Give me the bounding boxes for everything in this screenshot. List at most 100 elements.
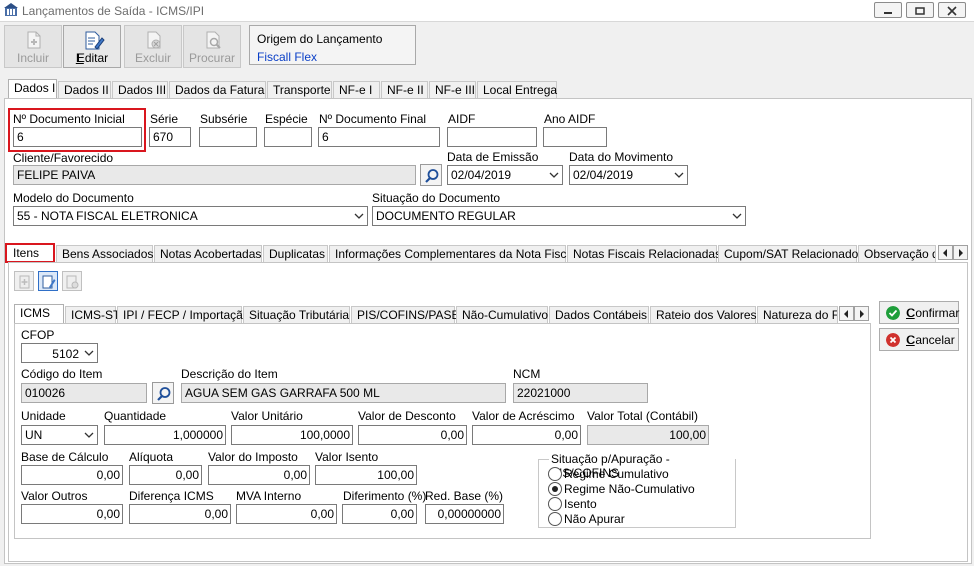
unidade-select[interactable]: UN — [21, 425, 98, 445]
item-search-button[interactable] — [152, 382, 174, 404]
edit-item-button[interactable] — [38, 271, 58, 291]
tab-dados-contabeis[interactable]: Dados Contábeis — [549, 306, 649, 324]
item-tabs-scroll-right[interactable] — [854, 306, 869, 321]
radio-nao-apurar-label: Não Apurar — [564, 512, 625, 526]
valor-outros-input[interactable]: 0,00 — [21, 504, 123, 524]
excluir-button[interactable]: Excluir — [124, 25, 182, 68]
tab-dados-ii[interactable]: Dados II — [58, 81, 111, 99]
minimize-icon — [884, 12, 892, 14]
tab-nao-cumulativo[interactable]: Não-Cumulativo — [456, 306, 548, 324]
close-button[interactable] — [938, 2, 966, 18]
delete-item-button[interactable] — [62, 271, 82, 291]
tab-notas-acobertadas[interactable]: Notas Acobertadas — [154, 245, 262, 263]
editar-button[interactable]: EEditar — [63, 25, 121, 68]
codigo-input[interactable]: 010026 — [21, 383, 147, 403]
tab-info-complementares[interactable]: Informações Complementares da Nota Fisca… — [329, 245, 576, 263]
tab-dados-fatura[interactable]: Dados da Fatura — [169, 81, 266, 99]
tab-notas-relacionadas[interactable]: Notas Fiscais Relacionadas — [567, 245, 721, 263]
modelo-label: Modelo do Documento — [13, 191, 134, 205]
tab-duplicatas[interactable]: Duplicatas — [263, 245, 328, 263]
unidade-value: UN — [25, 428, 43, 442]
minimize-button[interactable] — [874, 2, 902, 18]
tab-dados-iii[interactable]: Dados III — [112, 81, 168, 99]
tab-icms-st[interactable]: ICMS-ST — [65, 306, 120, 324]
modelo-select[interactable]: 55 - NOTA FISCAL ELETRONICA — [13, 206, 368, 226]
tab-ipi-fecp[interactable]: IPI / FECP / Importação — [117, 306, 250, 324]
ncm-label: NCM — [513, 367, 541, 381]
diferimento-input[interactable]: 0,00 — [342, 504, 417, 524]
mva-input[interactable]: 0,00 — [236, 504, 337, 524]
maximize-button[interactable] — [906, 2, 934, 18]
quantidade-label: Quantidade — [104, 409, 167, 423]
cancelar-button[interactable]: CCancelar — [879, 328, 959, 351]
chevron-down-icon — [549, 172, 559, 178]
ano-aidf-input[interactable] — [543, 127, 607, 147]
tab-nfe-i[interactable]: NF-e I — [333, 81, 380, 99]
tab-natureza-frete[interactable]: Natureza do Fr — [757, 306, 838, 324]
tab-itens[interactable]: Itens — [8, 245, 53, 262]
tabs-scroll-left[interactable] — [938, 245, 953, 260]
tab-cupom-sat[interactable]: Cupom/SAT Relacionados — [718, 245, 864, 263]
tabs-scroll-right[interactable] — [953, 245, 968, 260]
descricao-label: Descrição do Item — [181, 367, 278, 381]
tab-transporte[interactable]: Transporte — [267, 81, 332, 99]
procurar-button[interactable]: Procurar — [183, 25, 241, 68]
aliquota-input[interactable]: 0,00 — [129, 465, 202, 485]
radio-regime-cumulativo-label: Regime Cumulativo — [564, 467, 669, 481]
situacao-select[interactable]: DOCUMENTO REGULAR — [372, 206, 746, 226]
valor-acrescimo-input[interactable]: 0,00 — [472, 425, 581, 445]
new-document-icon — [27, 31, 41, 49]
cliente-search-button[interactable] — [420, 164, 442, 186]
descricao-input[interactable]: AGUA SEM GAS GARRAFA 500 ML — [181, 383, 506, 403]
restore-icon — [915, 7, 925, 15]
ncm-input[interactable]: 22021000 — [513, 383, 648, 403]
valor-desconto-input[interactable]: 0,00 — [358, 425, 467, 445]
incluir-button[interactable]: Incluir — [4, 25, 62, 68]
valor-imposto-input[interactable]: 0,00 — [208, 465, 310, 485]
base-calculo-input[interactable]: 0,00 — [21, 465, 123, 485]
chevron-left-icon — [943, 249, 947, 257]
tab-icms[interactable]: ICMS — [14, 304, 64, 324]
tab-pis-cofins[interactable]: PIS/COFINS/PASEP — [351, 306, 467, 324]
cliente-input[interactable]: FELIPE PAIVA — [13, 165, 416, 185]
subserie-input[interactable] — [199, 127, 257, 147]
red-base-input[interactable]: 0,00000000 — [425, 504, 504, 524]
chevron-right-icon — [959, 249, 963, 257]
cfop-select[interactable]: 5102 — [21, 343, 98, 363]
tab-situacao-tributaria[interactable]: Situação Tributária — [243, 306, 350, 324]
radio-nao-apurar[interactable] — [548, 512, 562, 526]
mva-label: MVA Interno — [236, 489, 302, 503]
tab-dados-i[interactable]: Dados I — [8, 79, 57, 99]
tab-bens-associados[interactable]: Bens Associados — [56, 245, 153, 263]
valor-unitario-input[interactable]: 100,0000 — [231, 425, 353, 445]
especie-input[interactable] — [264, 127, 312, 147]
tab-nfe-iii[interactable]: NF-e III — [429, 81, 476, 99]
quantidade-input[interactable]: 1,000000 — [104, 425, 226, 445]
chevron-down-icon — [732, 213, 742, 219]
data-emissao-value: 02/04/2019 — [451, 168, 512, 182]
add-item-button[interactable] — [14, 271, 34, 291]
valor-outros-label: Valor Outros — [21, 489, 88, 503]
data-emissao-picker[interactable]: 02/04/2019 — [447, 165, 563, 185]
tab-rateio-valores[interactable]: Rateio dos Valores — [650, 306, 757, 324]
tab-nfe-ii[interactable]: NF-e II — [381, 81, 428, 99]
serie-input[interactable]: 670 — [149, 127, 191, 147]
tab-local-entrega[interactable]: Local Entrega — [477, 81, 557, 99]
valor-isento-input[interactable]: 100,00 — [315, 465, 417, 485]
chevron-down-icon — [84, 350, 94, 356]
radio-regime-cumulativo[interactable] — [548, 467, 562, 481]
num-doc-inicial-input[interactable]: 6 — [13, 127, 142, 147]
valor-total-input[interactable]: 100,00 — [587, 425, 709, 445]
aidf-input[interactable] — [447, 127, 537, 147]
radio-isento[interactable] — [548, 497, 562, 511]
diferenca-icms-input[interactable]: 0,00 — [129, 504, 231, 524]
data-movimento-picker[interactable]: 02/04/2019 — [569, 165, 688, 185]
item-tabs-scroll-left[interactable] — [839, 306, 854, 321]
radio-regime-nao-cumulativo[interactable] — [548, 482, 562, 496]
confirmar-button[interactable]: CConfirmar — [879, 301, 959, 324]
search-icon — [425, 169, 439, 183]
num-doc-inicial-label: Nº Documento Inicial — [13, 112, 125, 126]
edit-item-icon — [42, 275, 56, 289]
tab-observacao[interactable]: Observação d — [858, 245, 936, 263]
num-doc-final-input[interactable]: 6 — [318, 127, 440, 147]
